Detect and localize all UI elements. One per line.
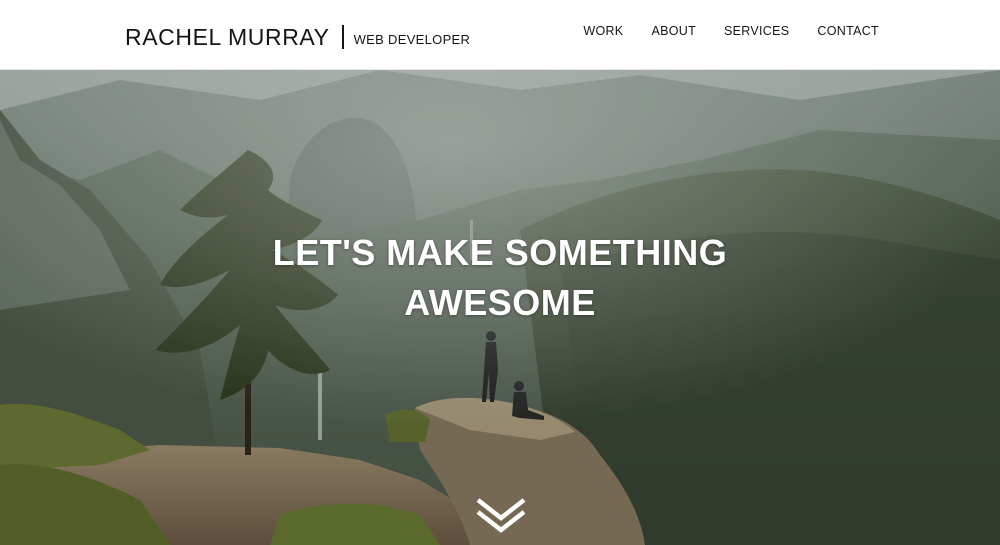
main-nav: WORK ABOUT SERVICES CONTACT [583,24,879,38]
nav-item-services[interactable]: SERVICES [724,24,789,38]
hero-title-line1: LET'S MAKE SOMETHING [272,232,728,273]
brand-name: RACHEL MURRAY [125,23,330,50]
hero-section: LET'S MAKE SOMETHING AWESOME [0,70,1000,545]
double-chevron-down-icon [476,498,526,533]
scroll-down-button[interactable] [474,496,528,536]
brand-role: WEB DEVELOPER [353,32,471,47]
nav-item-about[interactable]: ABOUT [651,24,696,38]
nav-item-work[interactable]: WORK [583,24,623,38]
hero-title-line2: AWESOME [404,282,596,323]
hero-title: LET'S MAKE SOMETHING AWESOME [200,228,800,328]
brand-logo[interactable]: RACHEL MURRAY WEB DEVELOPER [125,20,470,54]
nav-item-contact[interactable]: CONTACT [817,24,879,38]
site-header: RACHEL MURRAY WEB DEVELOPER WORK ABOUT S… [0,0,1000,70]
brand-divider [341,25,344,49]
